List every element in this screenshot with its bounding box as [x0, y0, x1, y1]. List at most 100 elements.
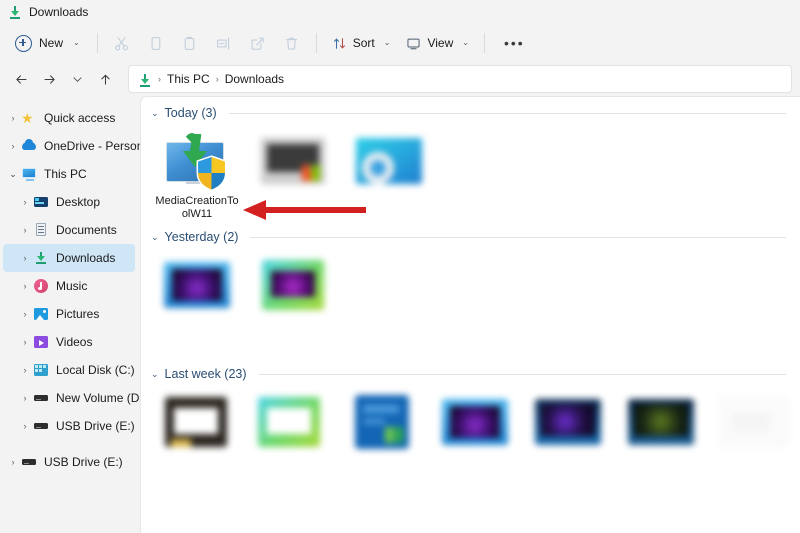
sidebar-item-desktop[interactable]: › Desktop — [3, 188, 135, 216]
sidebar-label-downloads: Downloads — [56, 251, 116, 265]
sidebar-item-new-volume-d[interactable]: › New Volume (D:) — [3, 384, 141, 412]
thumbnail-today-2 — [255, 130, 331, 192]
sidebar-item-quick-access[interactable]: › ★ Quick access — [3, 104, 135, 132]
group-today: ⌄ Today (3) MediaCreationToolW11 — [141, 97, 800, 221]
expander-icon-new-volume-d[interactable]: › — [17, 393, 33, 403]
expander-icon-onedrive[interactable]: › — [5, 141, 21, 151]
sidebar-item-local-disk-c[interactable]: › Local Disk (C:) — [3, 356, 135, 384]
group-rule-today — [228, 112, 786, 114]
expander-icon-documents[interactable]: › — [17, 225, 33, 235]
group-label-today: Today (3) — [164, 106, 217, 120]
paste-button[interactable] — [173, 28, 207, 58]
desktop-icon — [33, 194, 49, 210]
sidebar-item-usb-drive-e-root[interactable]: › USB Drive (E:) — [3, 448, 135, 476]
forward-button[interactable] — [36, 66, 62, 92]
expander-icon-downloads[interactable]: › — [17, 253, 33, 263]
grey-photo-thumbnail — [261, 138, 325, 184]
green-frame-screen-thumbnail — [262, 260, 324, 310]
sidebar-item-downloads[interactable]: › Downloads — [3, 244, 135, 272]
cloud-icon — [21, 138, 37, 154]
sidebar-label-quick-access: Quick access — [44, 111, 116, 125]
copy-button[interactable] — [139, 28, 173, 58]
up-button[interactable] — [92, 66, 118, 92]
file-list-pane[interactable]: ⌄ Today (3) MediaCreationToolW11 ⌄ Yeste… — [140, 96, 800, 533]
expander-icon-local-disk-c[interactable]: › — [17, 365, 33, 375]
sidebar-label-onedrive: OneDrive - Personal — [44, 139, 140, 153]
expander-icon-quick-access[interactable]: › — [5, 113, 21, 123]
file-tile-lastweek-7[interactable] — [707, 385, 800, 453]
breadcrumb-downloads[interactable]: Downloads — [225, 72, 284, 86]
windows-setup-thumbnail — [354, 395, 409, 449]
expander-icon-usb-drive-e[interactable]: › — [17, 421, 33, 431]
sidebar-item-music[interactable]: › Music — [3, 272, 135, 300]
music-icon — [33, 278, 49, 294]
expander-icon-videos[interactable]: › — [17, 337, 33, 347]
file-tile-lastweek-2[interactable] — [242, 385, 335, 453]
new-button[interactable]: New ⌄ — [8, 30, 90, 57]
delete-button[interactable] — [275, 28, 309, 58]
sidebar-item-documents[interactable]: › Documents — [3, 216, 135, 244]
see-more-button[interactable]: ••• — [492, 33, 537, 53]
sidebar-label-usb-drive-e: USB Drive (E:) — [56, 419, 135, 433]
back-button[interactable] — [8, 66, 34, 92]
recent-locations-button[interactable] — [64, 66, 90, 92]
file-name-today-3 — [347, 195, 431, 208]
expander-icon-this-pc[interactable]: ⌄ — [5, 169, 21, 180]
expander-icon-usb-drive-e-root[interactable]: › — [5, 457, 21, 467]
blue-frame-screen-thumbnail-2 — [441, 399, 508, 445]
faint-doc-thumbnail — [719, 398, 788, 446]
view-label: View — [427, 36, 454, 50]
cut-button[interactable] — [105, 28, 139, 58]
sidebar-item-onedrive[interactable]: › OneDrive - Personal — [3, 132, 140, 160]
file-tile-yesterday-1[interactable] — [149, 248, 245, 358]
sort-label: Sort — [352, 36, 375, 50]
thumbnail-lastweek-1 — [158, 391, 234, 453]
toolbar-divider-2 — [315, 33, 317, 53]
file-tile-yesterday-2[interactable] — [245, 248, 341, 358]
sidebar-item-videos[interactable]: › Videos — [3, 328, 135, 356]
chevron-down-icon-today[interactable]: ⌄ — [151, 108, 159, 118]
expander-icon-desktop[interactable]: › — [17, 197, 33, 207]
breadcrumb-this-pc[interactable]: This PC — [167, 72, 210, 86]
sidebar-label-videos: Videos — [56, 335, 93, 349]
sidebar-item-pictures[interactable]: › Pictures — [3, 300, 135, 328]
file-tile-lastweek-4[interactable] — [428, 385, 521, 453]
tile-row-last-week — [141, 385, 800, 453]
breadcrumb-bar[interactable]: › This PC › Downloads — [128, 65, 792, 93]
share-button[interactable] — [241, 28, 275, 58]
toolbar-divider-3 — [483, 33, 485, 53]
sidebar-item-this-pc[interactable]: ⌄ This PC — [3, 160, 135, 188]
sidebar-label-new-volume-d: New Volume (D:) — [56, 391, 140, 405]
sidebar-label-local-disk-c: Local Disk (C:) — [56, 363, 135, 377]
file-tile-lastweek-6[interactable] — [614, 385, 707, 453]
window-tab[interactable]: Downloads — [8, 5, 88, 19]
chevron-down-icon-last-week[interactable]: ⌄ — [151, 369, 159, 379]
thumbnail-lastweek-2 — [251, 391, 327, 453]
group-header-today[interactable]: ⌄ Today (3) — [141, 97, 800, 124]
file-tile-today-3[interactable] — [341, 124, 437, 221]
title-bar: Downloads — [0, 0, 800, 24]
sidebar-item-usb-drive-e[interactable]: › USB Drive (E:) — [3, 412, 135, 440]
chevron-down-icon-yesterday[interactable]: ⌄ — [151, 232, 159, 242]
rename-button[interactable] — [207, 28, 241, 58]
dark-frame-photo-thumbnail — [164, 397, 227, 447]
group-rule-yesterday — [250, 236, 786, 238]
group-header-yesterday[interactable]: ⌄ Yesterday (2) — [141, 221, 800, 248]
new-button-label: New — [39, 36, 64, 50]
file-tile-lastweek-1[interactable] — [149, 385, 242, 453]
file-tile-lastweek-5[interactable] — [521, 385, 614, 453]
downloads-icon-sidebar — [33, 250, 49, 266]
navigation-pane: › ★ Quick access › OneDrive - Personal ⌄… — [0, 96, 140, 533]
expander-icon-pictures[interactable]: › — [17, 309, 33, 319]
thumbnail-lastweek-4 — [437, 391, 513, 453]
file-tile-mediacreationtool[interactable]: MediaCreationToolW11 — [149, 124, 245, 221]
view-button[interactable]: View ⌄ — [398, 31, 477, 56]
group-header-last-week[interactable]: ⌄ Last week (23) — [141, 358, 800, 385]
file-tile-lastweek-3[interactable] — [335, 385, 428, 453]
sort-button[interactable]: Sort ⌄ — [324, 31, 399, 56]
file-tile-today-2[interactable] — [245, 124, 341, 221]
thumbnail-today-3 — [351, 130, 427, 192]
expander-icon-music[interactable]: › — [17, 281, 33, 291]
blue-frame-screen-thumbnail — [164, 262, 230, 308]
pictures-icon — [33, 306, 49, 322]
